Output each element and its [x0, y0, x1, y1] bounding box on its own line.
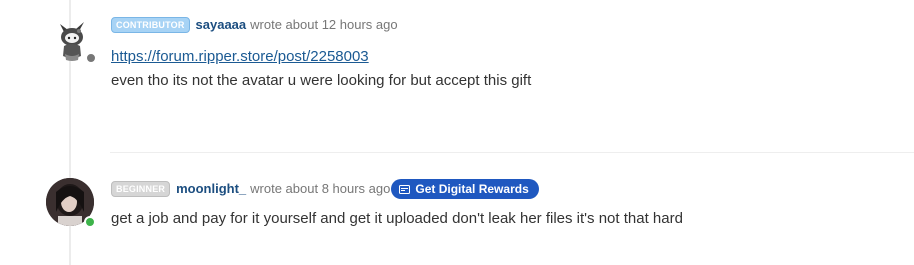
status-dot	[84, 216, 96, 228]
post-link[interactable]: https://forum.ripper.store/post/2258003	[111, 48, 369, 65]
post: BEGINNER moonlight_ wrote about 8 hours …	[0, 154, 914, 265]
avatar[interactable]	[46, 178, 96, 228]
card-icon	[399, 184, 411, 194]
status-dot	[85, 52, 97, 64]
post-body-text: even tho its not the avatar u were looki…	[111, 72, 532, 89]
post-timestamp[interactable]: wrote about 8 hours ago	[250, 181, 390, 197]
rank-badge[interactable]: CONTRIBUTOR	[111, 17, 190, 33]
username[interactable]: sayaaaa	[196, 17, 247, 33]
rank-badge[interactable]: BEGINNER	[111, 181, 171, 197]
username[interactable]: moonlight_	[176, 181, 246, 197]
post-body-link-line: https://forum.ripper.store/post/2258003	[111, 45, 369, 69]
post-header: BEGINNER moonlight_ wrote about 8 hours …	[111, 179, 539, 199]
post-body-text: get a job and pay for it yourself and ge…	[111, 210, 683, 227]
post-timestamp[interactable]: wrote about 12 hours ago	[250, 17, 397, 33]
get-digital-rewards-label: Get Digital Rewards	[415, 182, 529, 196]
avatar[interactable]	[48, 16, 97, 64]
post-header: CONTRIBUTOR sayaaaa wrote about 12 hours…	[111, 17, 398, 33]
get-digital-rewards-button[interactable]: Get Digital Rewards	[391, 179, 539, 199]
post-divider	[110, 152, 914, 153]
post: CONTRIBUTOR sayaaaa wrote about 12 hours…	[0, 0, 914, 150]
